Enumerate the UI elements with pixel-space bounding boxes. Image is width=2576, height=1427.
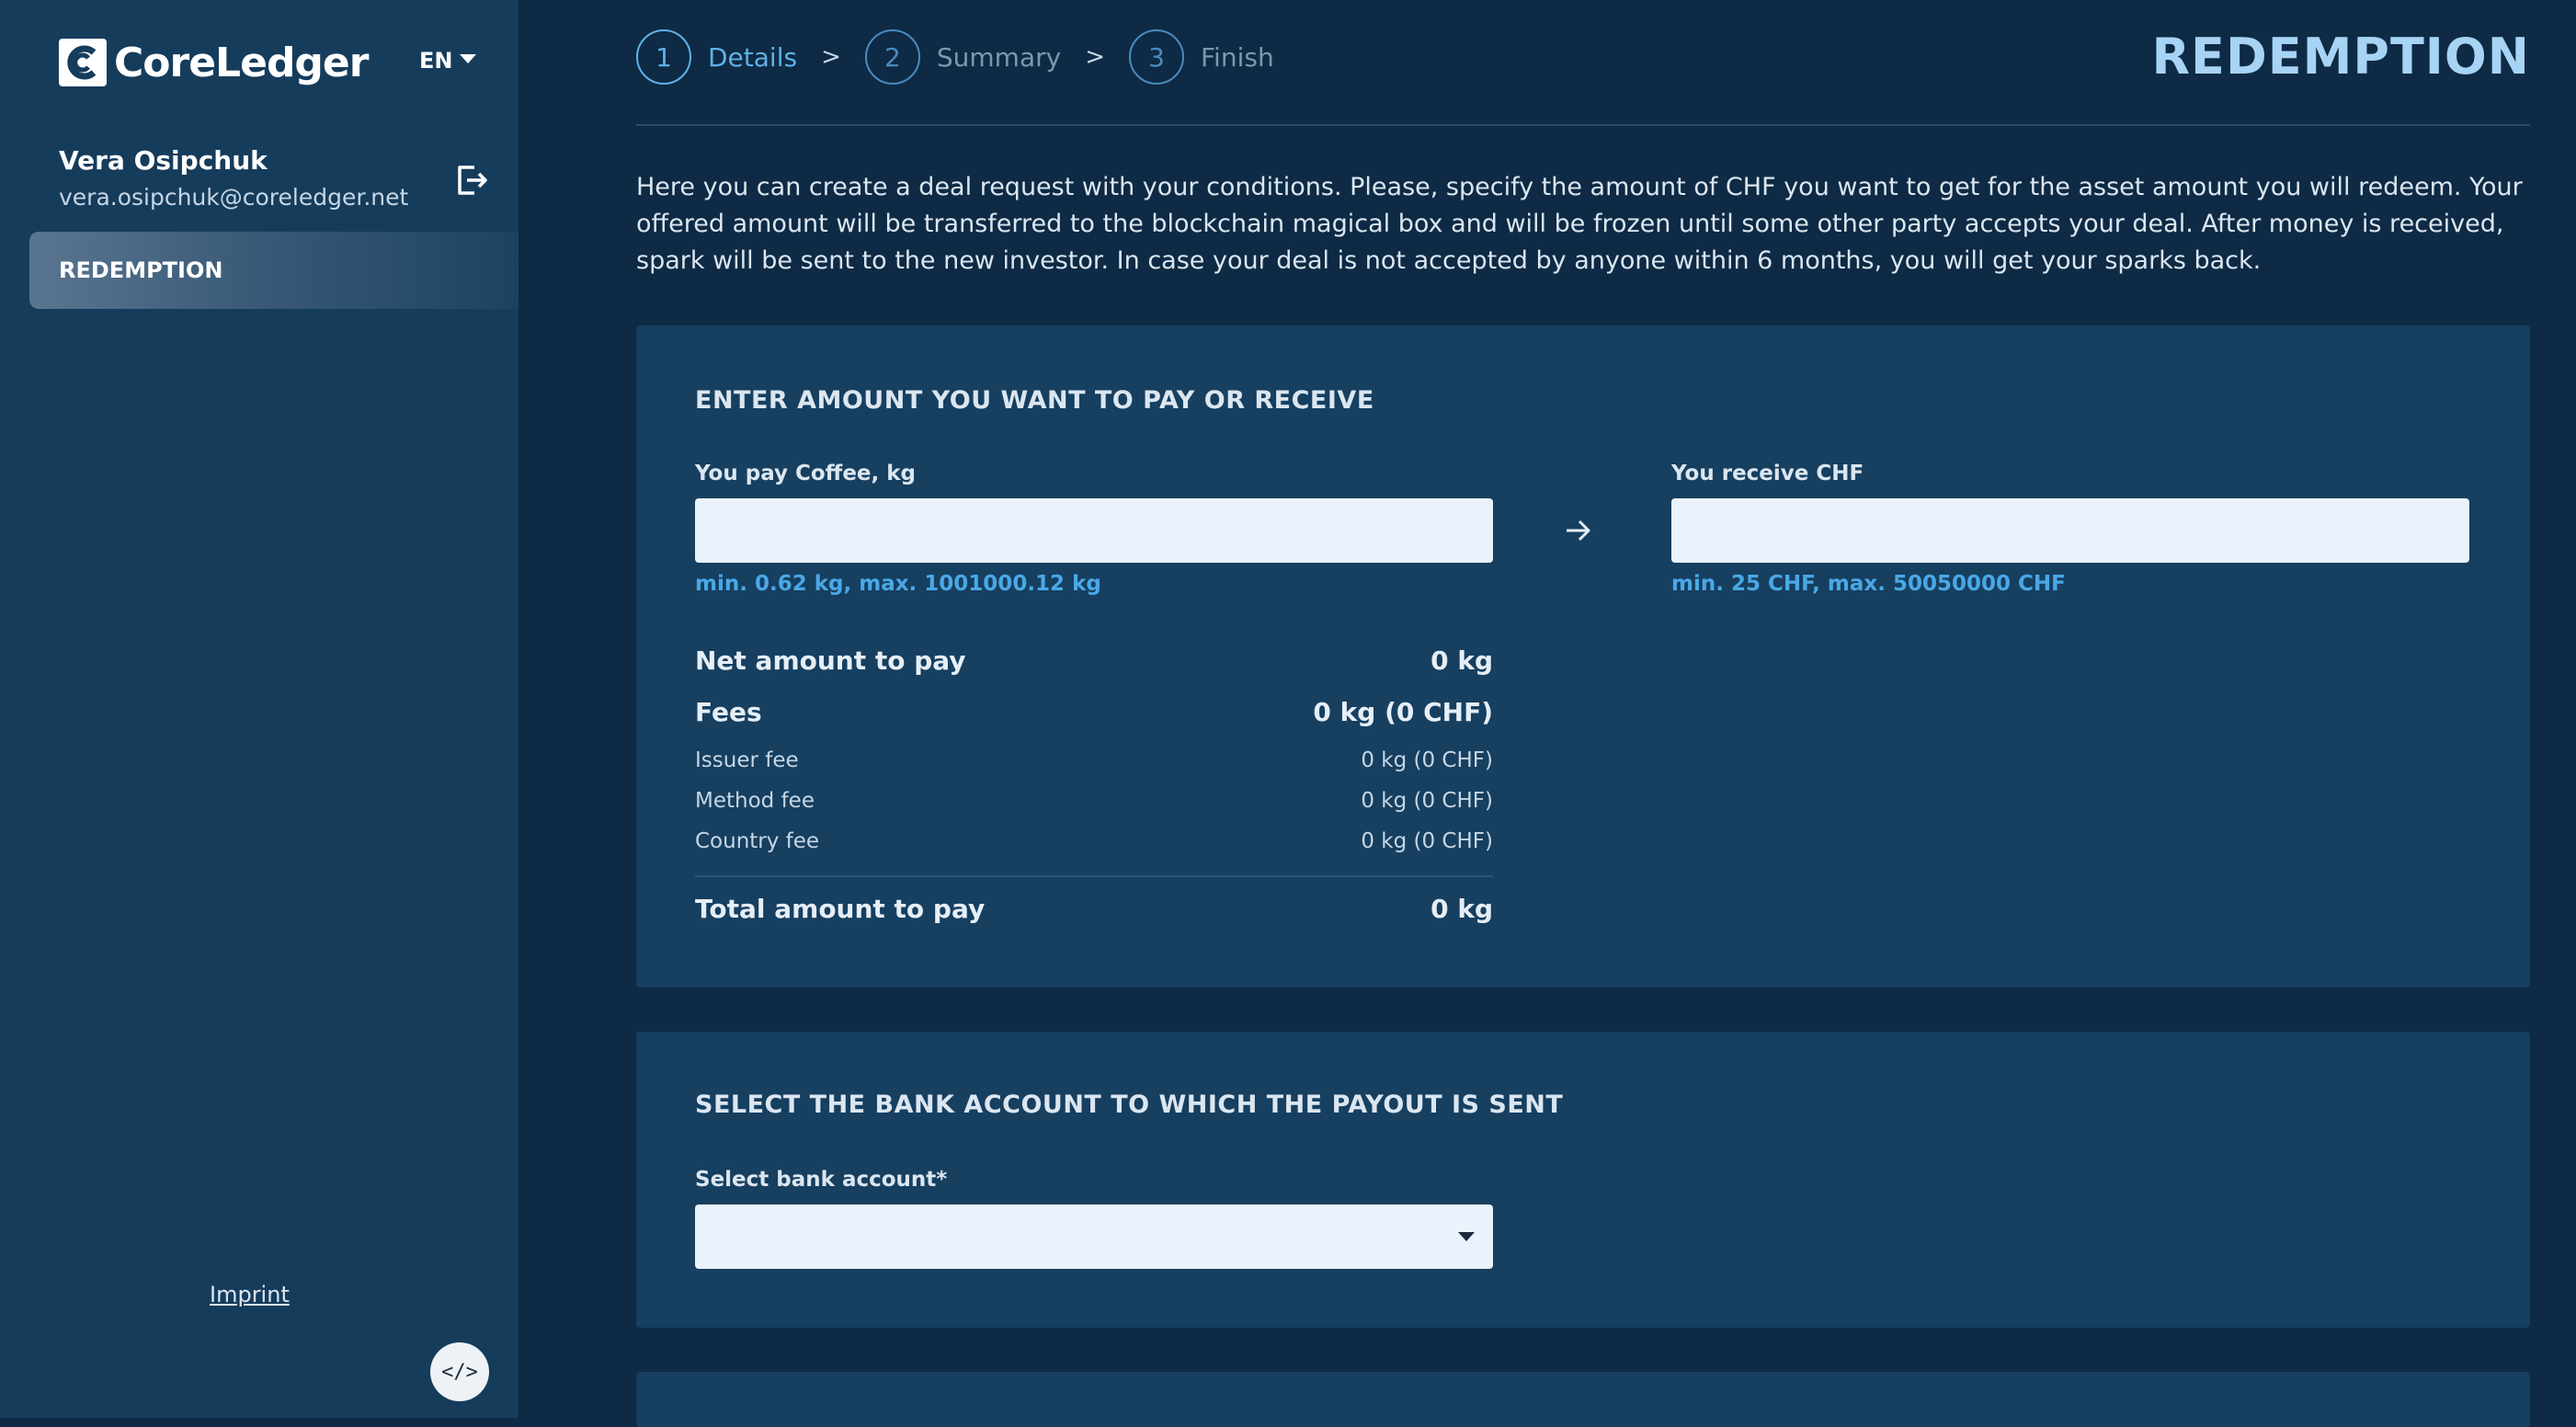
step-details[interactable]: 1 Details bbox=[636, 29, 797, 85]
logout-icon[interactable] bbox=[454, 162, 491, 199]
fee-value: 0 kg (0 CHF) bbox=[1361, 748, 1493, 772]
bank-account-label: Select bank account* bbox=[695, 1168, 948, 1192]
step-number: 2 bbox=[864, 29, 920, 85]
imprint-link[interactable]: Imprint bbox=[210, 1282, 290, 1307]
fees-value: 0 kg (0 CHF) bbox=[1313, 697, 1493, 727]
fee-value: 0 kg (0 CHF) bbox=[1361, 789, 1493, 813]
net-amount-label: Net amount to pay bbox=[695, 645, 966, 676]
fee-label: Country fee bbox=[695, 829, 820, 853]
developer-button[interactable]: </> bbox=[430, 1342, 489, 1401]
coreledger-logo-icon bbox=[59, 39, 107, 86]
receive-hint: min. 25 CHF, max. 50050000 CHF bbox=[1671, 572, 2066, 596]
next-card bbox=[636, 1372, 2530, 1427]
bank-account-select[interactable] bbox=[695, 1204, 1493, 1269]
intro-text: Here you can create a deal request with … bbox=[636, 173, 2523, 275]
step-label: Details bbox=[708, 41, 798, 73]
sidebar-item-label: REDEMPTION bbox=[59, 257, 223, 283]
caret-down-icon bbox=[460, 54, 477, 63]
user-email: vera.osipchuk@coreledger.net bbox=[59, 184, 409, 211]
step-number: 3 bbox=[1128, 29, 1184, 85]
step-separator: > bbox=[1085, 43, 1105, 71]
language-selector[interactable]: EN bbox=[419, 48, 477, 74]
receive-amount-input[interactable] bbox=[1671, 498, 2469, 563]
pay-label: You pay Coffee, kg bbox=[695, 462, 917, 485]
country-fee-row: Country fee 0 kg (0 CHF) bbox=[695, 829, 1493, 853]
pay-amount-input[interactable] bbox=[695, 498, 1493, 563]
step-label: Finish bbox=[1200, 41, 1274, 73]
bank-card-title: SELECT THE BANK ACCOUNT TO WHICH THE PAY… bbox=[695, 1090, 1564, 1119]
page-title: REDEMPTION bbox=[2151, 28, 2530, 86]
method-fee-row: Method fee 0 kg (0 CHF) bbox=[695, 789, 1493, 813]
bank-account-card: SELECT THE BANK ACCOUNT TO WHICH THE PAY… bbox=[636, 1032, 2530, 1328]
step-summary[interactable]: 2 Summary bbox=[864, 29, 1062, 85]
stepper: 1 Details > 2 Summary > 3 Finish bbox=[636, 29, 1274, 85]
fee-label: Issuer fee bbox=[695, 748, 799, 772]
sidebar: CoreLedger EN Vera Osipchuk vera.osipchu… bbox=[0, 0, 519, 1418]
step-finish[interactable]: 3 Finish bbox=[1128, 29, 1274, 85]
total-row: Total amount to pay 0 kg bbox=[695, 894, 1493, 924]
total-value: 0 kg bbox=[1430, 894, 1493, 924]
fee-value: 0 kg (0 CHF) bbox=[1361, 829, 1493, 853]
issuer-fee-row: Issuer fee 0 kg (0 CHF) bbox=[695, 748, 1493, 772]
amount-card-title: ENTER AMOUNT YOU WANT TO PAY OR RECEIVE bbox=[695, 386, 1374, 415]
logo[interactable]: CoreLedger bbox=[59, 39, 369, 86]
net-amount-value: 0 kg bbox=[1430, 645, 1493, 676]
caret-down-icon bbox=[1458, 1232, 1475, 1241]
receive-label: You receive CHF bbox=[1671, 462, 1864, 485]
main-content: 1 Details > 2 Summary > 3 Finish REDEMPT… bbox=[519, 0, 2576, 1427]
arrow-right-icon bbox=[1567, 519, 1590, 542]
user-name: Vera Osipchuk bbox=[59, 145, 268, 176]
fee-label: Method fee bbox=[695, 789, 815, 813]
sidebar-item-redemption[interactable]: REDEMPTION bbox=[29, 232, 519, 309]
fees-label: Fees bbox=[695, 697, 762, 727]
total-divider bbox=[695, 875, 1493, 877]
pay-hint: min. 0.62 kg, max. 1001000.12 kg bbox=[695, 572, 1101, 596]
header-divider bbox=[636, 124, 2530, 126]
language-label: EN bbox=[419, 48, 453, 74]
amount-card: ENTER AMOUNT YOU WANT TO PAY OR RECEIVE … bbox=[636, 325, 2530, 987]
net-amount-row: Net amount to pay 0 kg bbox=[695, 645, 1493, 676]
step-label: Summary bbox=[936, 41, 1062, 73]
step-separator: > bbox=[821, 43, 841, 71]
total-label: Total amount to pay bbox=[695, 894, 986, 924]
logo-text: CoreLedger bbox=[114, 39, 369, 86]
step-number: 1 bbox=[636, 29, 691, 85]
fees-row: Fees 0 kg (0 CHF) bbox=[695, 697, 1493, 727]
